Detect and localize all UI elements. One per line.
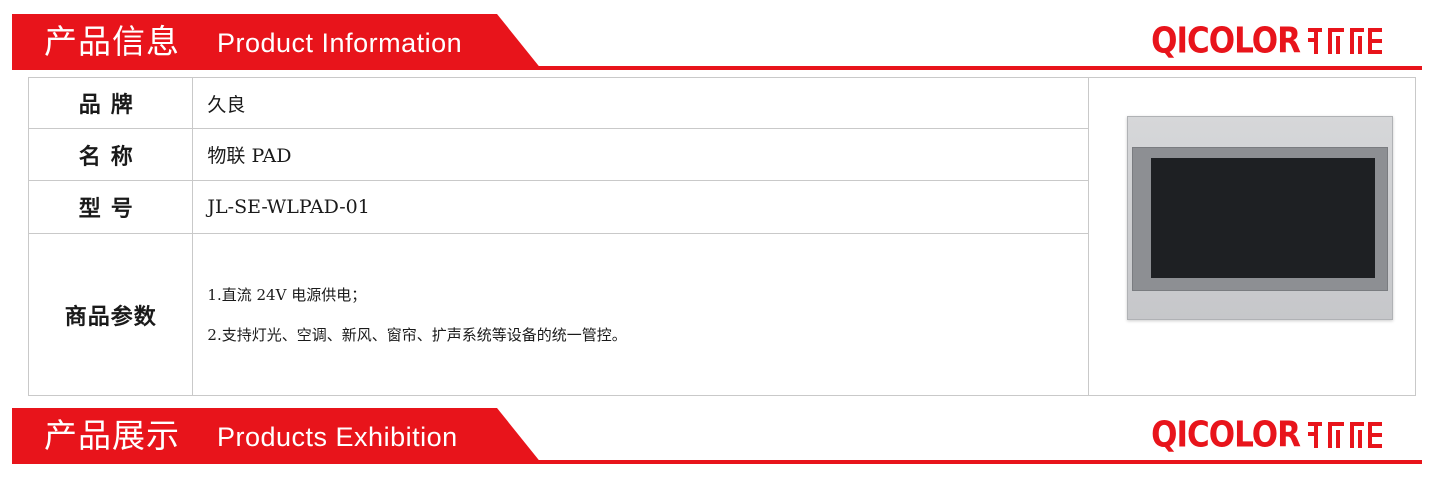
touch-panel-pad-icon (1126, 116, 1393, 320)
table-row: 品牌 久良 (27, 76, 1417, 396)
param-item: 1.直流 24V 电源供电； (207, 285, 367, 304)
section-title-en: Product Information (217, 28, 463, 58)
product-image-cell (1087, 77, 1417, 396)
logo-text: QICOLOR (1151, 414, 1301, 456)
model-value: JL-SE-WLPAD-01 (192, 180, 1089, 235)
brand-label: 品牌 (27, 76, 194, 130)
param-item: 2.支持灯光、空调、新风、窗帘、扩声系统等设备的统一管控。 (207, 325, 627, 344)
qicolor-logo: QICOLOR (1151, 414, 1384, 456)
pad-screen (1150, 158, 1375, 278)
qicolor-chinese-wordmark-icon (1308, 28, 1382, 54)
name-value: 物联 PAD (192, 128, 1089, 182)
product-exhibition-banner: 产品展示 Products Exhibition QICOLOR (0, 408, 1442, 464)
product-info-table: 品牌 久良 名称 物联 PAD 型号 JL-SE-WLPAD-01 商品参数 1… (27, 76, 1417, 396)
section-title-cn: 产品展示 (44, 416, 180, 455)
product-info-banner: 产品信息 Product Information QICOLOR (0, 14, 1442, 70)
qicolor-chinese-wordmark-icon (1308, 422, 1382, 448)
brand-value: 久良 (192, 76, 1089, 130)
pad-bezel (1131, 147, 1388, 291)
logo-text: QICOLOR (1151, 20, 1301, 62)
section-title-cn: 产品信息 (44, 22, 180, 61)
section-title-en: Products Exhibition (217, 422, 458, 452)
params-label: 商品参数 (27, 233, 194, 396)
model-label: 型号 (27, 180, 194, 235)
name-label: 名称 (27, 128, 194, 182)
qicolor-logo: QICOLOR (1151, 20, 1384, 62)
params-value: 1.直流 24V 电源供电； 2.支持灯光、空调、新风、窗帘、扩声系统等设备的统… (192, 233, 1089, 396)
